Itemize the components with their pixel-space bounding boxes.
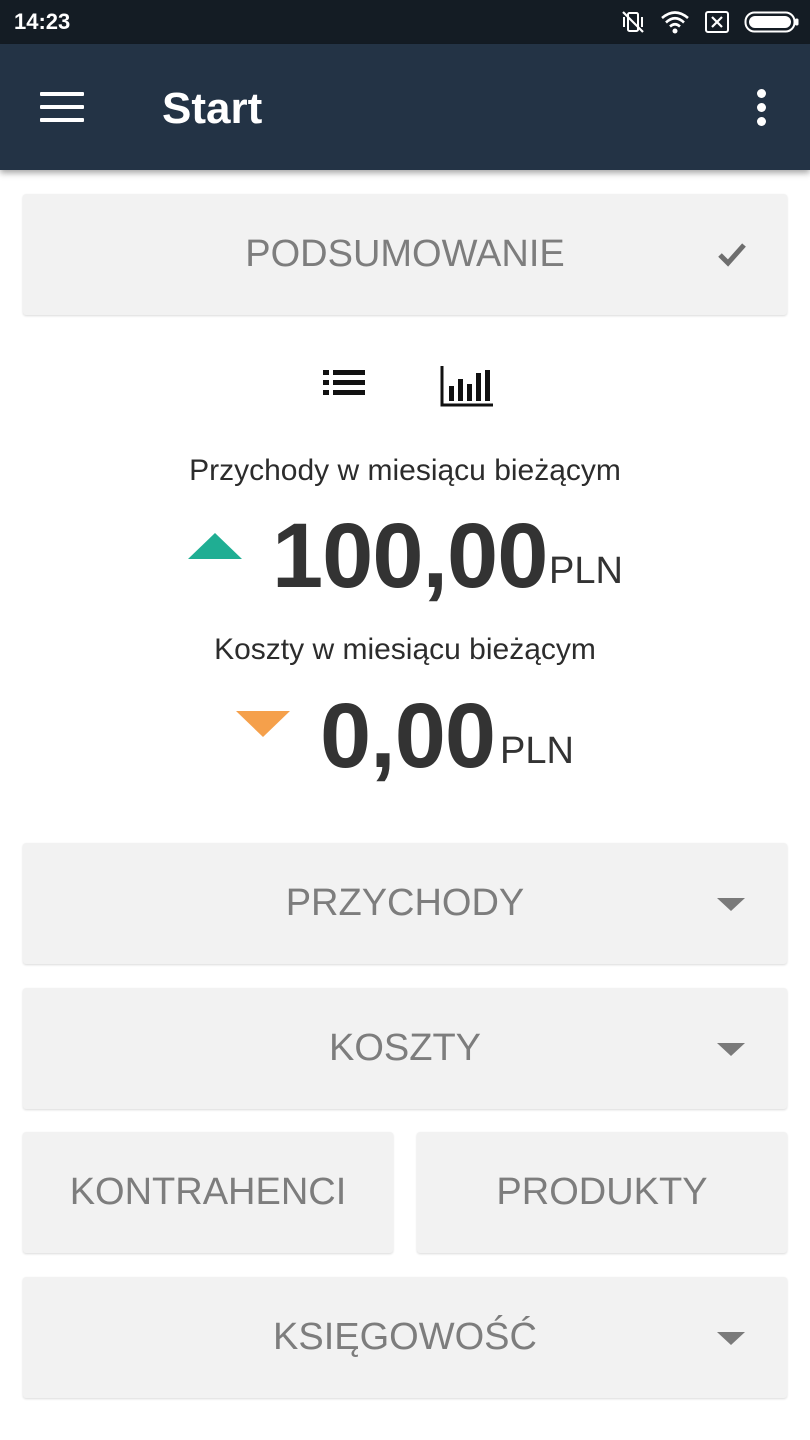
section-contractors-label: KONTRAHENCI [69, 1171, 347, 1213]
vibrate-off-icon [622, 11, 644, 33]
income-label: Przychody w miesiącu bieżącym [189, 454, 621, 487]
section-accounting[interactable]: KSIĘGOWOŚĆ [23, 1277, 787, 1398]
costs-value: 0,00 [320, 685, 496, 787]
section-products[interactable]: PRODUKTY [417, 1132, 787, 1253]
battery-icon [744, 11, 799, 33]
income-up-arrow-icon [188, 533, 242, 559]
costs-down-arrow-icon [236, 711, 290, 737]
section-accounting-label: KSIĘGOWOŚĆ [273, 1316, 537, 1358]
summary-panel-label: PODSUMOWANIE [245, 233, 565, 275]
section-income[interactable]: PRZYCHODY [23, 843, 787, 964]
section-costs-label: KOSZTY [328, 1027, 482, 1069]
status-icons [620, 8, 800, 36]
check-icon [718, 242, 746, 267]
status-bar: 14:23 [0, 0, 810, 44]
hamburger-menu-icon[interactable] [40, 90, 86, 124]
section-income-label: PRZYCHODY [285, 882, 525, 924]
chevron-down-icon [717, 897, 745, 911]
section-costs[interactable]: KOSZTY [23, 988, 787, 1109]
summary-panel[interactable]: PODSUMOWANIE [23, 194, 787, 315]
section-contractors[interactable]: KONTRAHENCI [23, 1132, 393, 1253]
income-amount: 100,00 PLN [0, 505, 810, 607]
costs-currency: PLN [500, 730, 574, 772]
sim-off-icon [705, 11, 729, 33]
page-title: Start [162, 84, 263, 133]
chevron-down-icon [717, 1331, 745, 1345]
bar-chart-icon[interactable] [439, 364, 495, 410]
app-bar: Start [0, 44, 810, 170]
costs-amount: 0,00 PLN [0, 685, 810, 787]
list-icon[interactable] [321, 364, 367, 402]
wifi-icon [661, 11, 689, 34]
status-time: 14:23 [14, 9, 71, 34]
chevron-down-icon [717, 1042, 745, 1056]
income-currency: PLN [549, 550, 623, 592]
costs-label: Koszty w miesiącu bieżącym [214, 633, 596, 666]
section-products-label: PRODUKTY [496, 1171, 708, 1213]
income-value: 100,00 [272, 505, 548, 607]
more-vertical-icon[interactable] [748, 88, 774, 128]
